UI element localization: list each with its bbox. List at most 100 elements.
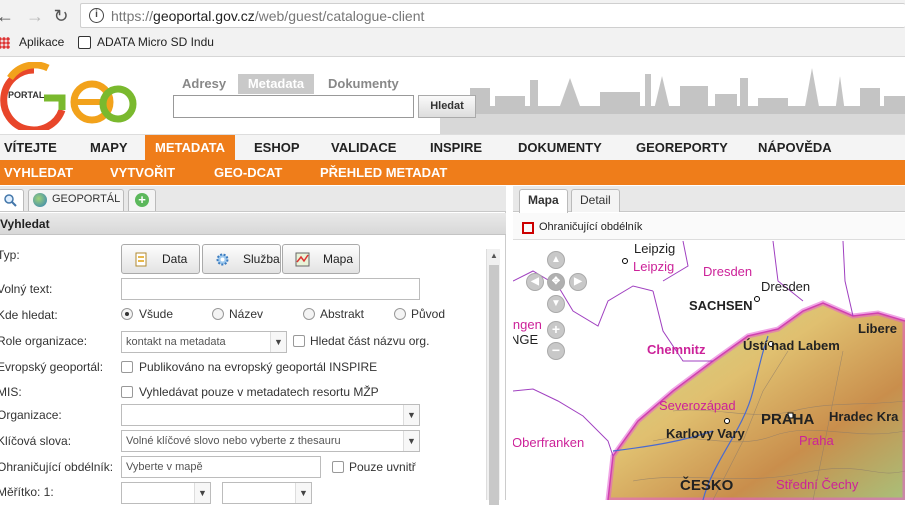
submenu-prehled-metadat[interactable]: PŘEHLED METADAT	[320, 160, 447, 185]
submenu-vytvorit[interactable]: VYTVOŘIT	[110, 160, 175, 185]
bbox-inside-checkbox[interactable]	[332, 461, 344, 473]
forward-arrow-icon[interactable]: →	[24, 5, 46, 27]
menu-item-georeporty[interactable]: GEOREPORTY	[636, 135, 728, 161]
zoom-in-icon[interactable]: +	[547, 321, 565, 339]
type-sluzba-button[interactable]: Služba	[202, 244, 281, 274]
submenu-vyhledat[interactable]: VYHLEDAT	[4, 160, 73, 185]
mis-checkbox[interactable]	[121, 386, 133, 398]
search-tab-metadata[interactable]: Metadata	[238, 74, 314, 94]
apps-grid-icon[interactable]	[0, 37, 10, 49]
role-select-value: kontakt na metadata	[126, 336, 226, 348]
menu-item-metadata[interactable]: METADATA	[145, 135, 236, 161]
bbox-inside-label: Pouze uvnitř	[349, 460, 416, 474]
tab-detail[interactable]: Detail	[571, 189, 620, 212]
scrollbar-thumb[interactable]	[489, 265, 499, 505]
role-part-checkbox[interactable]	[293, 335, 305, 347]
url-domain: geoportal.gov.cz	[153, 8, 255, 24]
search-tab-adresy[interactable]: Adresy	[182, 74, 226, 94]
submenu-geo-dcat[interactable]: GEO-DCAT	[214, 160, 282, 185]
menu-item-dokumenty[interactable]: DOKUMENTY	[518, 135, 602, 161]
skyline-decoration	[440, 68, 905, 134]
logo-portal-text: PORTAL	[8, 90, 45, 100]
tab-geoportal[interactable]: GEOPORTÁL	[28, 189, 124, 211]
menu-item-napoveda[interactable]: NÁPOVĚDA	[758, 135, 832, 161]
keywords-input[interactable]: Volné klíčové slovo nebo vyberte z thesa…	[121, 430, 420, 452]
bookmark-adata[interactable]: ADATA Micro SD Indu	[97, 35, 214, 49]
info-icon[interactable]: i	[89, 8, 104, 23]
chevron-down-icon: ▼	[295, 483, 311, 503]
tab-geoportal-label: GEOPORTÁL	[52, 193, 121, 205]
free-text-input[interactable]	[121, 278, 420, 300]
type-mapa-button[interactable]: Mapa	[282, 244, 360, 274]
url-text[interactable]: https://geoportal.gov.cz/web/guest/catal…	[111, 8, 424, 24]
scale-to-select[interactable]: ▼	[222, 482, 312, 504]
role-select[interactable]: kontakt na metadata ▼	[121, 331, 287, 353]
back-arrow-icon[interactable]: ←	[0, 5, 16, 27]
type-data-label: Data	[162, 252, 188, 266]
pan-left-icon[interactable]: ◀	[526, 273, 544, 291]
tab-add[interactable]: +	[128, 189, 156, 211]
map-label-nge: NGE	[513, 332, 539, 347]
scale-from-select[interactable]: ▼	[121, 482, 211, 504]
bounding-box-label[interactable]: Ohraničující obdélník	[539, 221, 642, 233]
header-search-button[interactable]: Hledat	[418, 95, 476, 118]
reload-icon[interactable]: ↻	[50, 5, 72, 27]
pan-up-icon[interactable]: ▲	[547, 251, 565, 269]
chevron-down-icon: ▼	[194, 483, 210, 503]
map-icon	[295, 252, 310, 267]
map-label-karlovy-vary: Karlovy Vary	[666, 426, 745, 441]
chevron-down-icon: ▼	[270, 332, 286, 352]
menu-item-validace[interactable]: VALIDACE	[331, 135, 396, 161]
menu-item-inspire[interactable]: INSPIRE	[430, 135, 482, 161]
bookmark-aplikace[interactable]: Aplikace	[19, 35, 64, 49]
evropsky-checkbox-label: Publikováno na evropský geoportál INSPIR…	[139, 360, 378, 374]
organizace-select[interactable]: ▼	[121, 404, 420, 426]
map-view[interactable]: Leipzig Leipzig Dresden Dresden SACHSEN …	[513, 241, 905, 500]
tab-search[interactable]	[0, 189, 24, 211]
map-label-cesko: ČESKO	[680, 477, 734, 494]
map-label-liberec: Libere	[858, 321, 898, 336]
address-bar[interactable]: i https://geoportal.gov.cz/web/guest/cat…	[80, 3, 905, 28]
pan-right-icon[interactable]: ▶	[569, 273, 587, 291]
zoom-out-icon[interactable]: −	[547, 342, 565, 360]
tab-mapa[interactable]: Mapa	[519, 189, 568, 213]
menu-item-vitejte[interactable]: VÍTEJTE	[4, 135, 57, 161]
scroll-up-arrow-icon[interactable]: ▲	[487, 249, 501, 263]
geoportal-logo[interactable]: PORTAL	[0, 62, 140, 130]
type-sluzba-label: Služba	[243, 252, 280, 266]
bbox-input[interactable]: Vyberte v mapě	[121, 456, 321, 478]
mis-checkbox-label: Vyhledávat pouze v metadatech resortu MŽ…	[139, 385, 379, 399]
map-panel-tabs: Mapa Detail	[513, 186, 905, 213]
map-label-ingen: ingen	[513, 317, 542, 332]
data-document-icon	[135, 252, 147, 267]
keywords-placeholder: Volné klíčové slovo nebo vyberte z thesa…	[126, 435, 341, 447]
header-search-input[interactable]	[173, 95, 414, 118]
where-abstrakt-radio[interactable]	[303, 308, 315, 320]
bookmarks-bar: Aplikace ADATA Micro SD Indu	[0, 33, 905, 53]
where-vsude-radio[interactable]	[121, 308, 133, 320]
bookmark-page-icon	[78, 36, 91, 49]
magnifier-icon	[4, 194, 17, 207]
label-klicova-slova: Klíčová slova:	[0, 434, 72, 448]
where-nazev-radio[interactable]	[212, 308, 224, 320]
label-volny-text: Volný text:	[0, 282, 53, 296]
pan-center-icon[interactable]: ✥	[547, 273, 565, 291]
search-tab-dokumenty[interactable]: Dokumenty	[328, 74, 399, 94]
where-vsude-label: Všude	[139, 307, 174, 321]
bbox-placeholder: Vyberte v mapě	[126, 461, 203, 473]
menu-item-eshop[interactable]: ESHOP	[254, 135, 300, 161]
where-puvod-radio[interactable]	[394, 308, 406, 320]
pan-down-icon[interactable]: ▼	[547, 295, 565, 313]
map-label-dresden-region: Dresden	[703, 264, 753, 279]
map-label-praha-region: Praha	[799, 433, 834, 448]
map-label-oberfranken: Oberfranken	[513, 435, 585, 450]
search-panel-scrollbar[interactable]: ▲	[486, 249, 501, 505]
url-path: /web/guest/catalogue-client	[254, 8, 425, 24]
evropsky-checkbox[interactable]	[121, 361, 133, 373]
menu-item-mapy[interactable]: MAPY	[90, 135, 128, 161]
chevron-down-icon: ▼	[403, 405, 419, 425]
bounding-box-icon[interactable]	[522, 222, 534, 234]
type-data-button[interactable]: Data	[121, 244, 200, 274]
map-label-leipzig: Leipzig	[634, 241, 676, 256]
label-evropsky-geoportal: Evropský geoportál:	[0, 360, 104, 374]
